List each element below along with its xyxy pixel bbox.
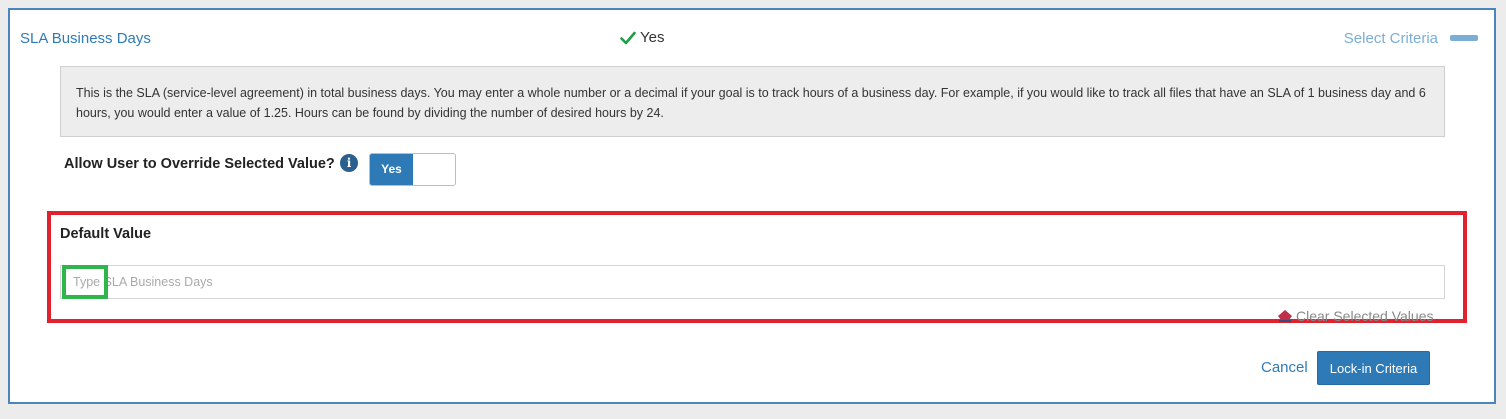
lock-in-criteria-button[interactable]: Lock-in Criteria — [1317, 351, 1430, 385]
check-icon — [620, 31, 636, 44]
toggle-on-label: Yes — [370, 154, 413, 185]
info-text: This is the SLA (service-level agreement… — [76, 86, 1426, 120]
override-label: Allow User to Override Selected Value? — [64, 156, 335, 172]
info-icon[interactable]: i — [340, 154, 358, 172]
clear-selected-values[interactable]: Clear Selected Values — [1278, 308, 1433, 324]
criteria-panel: SLA Business Days Yes Select Criteria Th… — [8, 8, 1496, 404]
minus-icon[interactable] — [1450, 35, 1478, 41]
clear-values-label: Clear Selected Values — [1296, 308, 1434, 324]
eraser-icon — [1278, 310, 1292, 322]
override-toggle[interactable]: Yes — [369, 153, 456, 186]
highlight-box-green — [62, 265, 108, 299]
status-text: Yes — [640, 29, 665, 46]
criteria-title[interactable]: SLA Business Days — [20, 30, 151, 47]
highlight-box-red — [47, 211, 1467, 323]
criteria-status: Yes — [620, 29, 664, 46]
criteria-header[interactable]: SLA Business Days Yes Select Criteria — [10, 10, 1494, 66]
select-criteria-link[interactable]: Select Criteria — [1344, 30, 1438, 47]
info-box: This is the SLA (service-level agreement… — [60, 66, 1445, 137]
cancel-button[interactable]: Cancel — [1261, 359, 1308, 376]
